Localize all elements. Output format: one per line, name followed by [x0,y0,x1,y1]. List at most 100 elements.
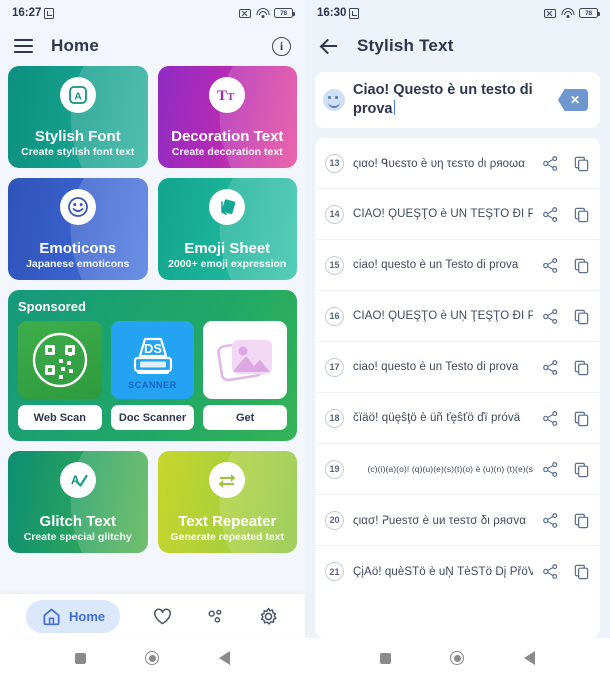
row-text: ČĬÄÖ! ǪÛĒŞŢŌ è ÚŃ ŤĔŞŤŌ ĐĪ PŘÖVÄ [353,208,533,220]
svg-text:T: T [217,88,227,104]
card-subtitle: Generate repeated text [170,531,285,544]
wifi-icon [256,8,269,18]
app-bar-left: Home [0,26,305,66]
share-icon[interactable] [542,359,559,376]
card-subtitle: Create decoration text [171,146,283,159]
sponsored-item-web-scan: Web Scan [18,321,102,430]
status-right-group: 78 [544,8,600,18]
card-title: Stylish Font [34,127,121,145]
results-list[interactable]: 13 ςιαο! ᑫυєsτο è υη τєsτο ძι ρяοωα 14 Č… [315,138,600,638]
row-number: 19 [325,459,344,479]
list-item[interactable]: 21 ÇįAö! quèŠŤö è uŅ ŤèŠŤö Ďį PřöVĄ [315,546,600,597]
sponsored-item-doc-scanner: DS SCANNER Doc Scanner [110,321,195,430]
nav-item-home[interactable]: Home [25,599,121,633]
triangle-back-icon[interactable] [524,651,536,665]
status-bar-right: 16:30 78 [305,0,610,26]
status-left-group: 16:27 [12,7,55,19]
list-item[interactable]: 19 (c)(i)(a)(o)! (q)(u)(e)(s)(t)(o) è (u… [315,444,600,495]
circle-home-icon[interactable] [145,651,160,665]
row-text: (c)(i)(a)(o)! (q)(u)(e)(s)(t)(o) è (u)(n… [367,464,533,474]
row-actions [542,512,590,529]
copy-icon[interactable] [573,308,590,325]
list-item[interactable]: 18 čïäö! qüęŝţö è üñ ťęŝťö ďï próvä [315,393,600,444]
android-nav-bar-left [0,638,305,678]
share-icon[interactable] [542,512,559,529]
copy-icon[interactable] [573,257,590,274]
gear-icon[interactable] [258,606,279,627]
square-recents-icon[interactable] [74,652,86,664]
share-icon[interactable] [542,563,559,580]
card-decoration-text[interactable]: T T Decoration Text Create decoration te… [157,66,297,168]
card-glitch-text[interactable]: A Glitch Text Create special glitchy [8,451,148,553]
card-title: Decoration Text [171,127,284,145]
no-sim-icon [544,8,556,18]
row-number: 17 [325,357,344,377]
row-text: ciao! questo è un Testo di prova [353,361,519,373]
page-title: Stylish Text [357,36,454,55]
scanner-caption: SCANNER [128,380,177,390]
backspace-icon[interactable]: ✕ [558,89,588,111]
share-icon[interactable] [542,155,559,172]
copy-icon[interactable] [573,461,590,478]
search-input[interactable]: Ciao! Questo è un testo di prova [353,82,550,118]
home-scroll-content[interactable]: A Stylish Font Create stylish font text … [0,66,305,594]
share-icon[interactable] [542,410,559,427]
list-item[interactable]: 13 ςιαο! ᑫυєsτο è υη τєsτο ძι ρяοωα [315,138,600,189]
share-icon[interactable] [542,257,559,274]
photo-icon[interactable] [203,321,288,399]
circle-home-icon[interactable] [450,651,465,665]
share-icon[interactable] [542,308,559,325]
row-actions [542,257,590,274]
scanner-icon[interactable]: DS SCANNER [110,321,195,399]
share-icon[interactable] [542,206,559,223]
info-icon[interactable] [272,36,291,56]
copy-icon[interactable] [573,155,590,172]
share-nodes-icon[interactable] [205,606,226,627]
sponsored-section: Sponsored Web Scan DS SCANNER Doc Scanne… [8,290,297,441]
copy-icon[interactable] [573,206,590,223]
back-arrow-icon[interactable] [319,36,339,56]
row-actions [542,359,590,376]
card-subtitle: 2000+ emoji expression [168,258,287,271]
copy-icon[interactable] [573,512,590,529]
hamburger-icon[interactable] [14,39,33,53]
row-actions [542,563,590,580]
row-text: ciao! questo è un Testo di prova [353,259,519,271]
square-recents-icon[interactable] [379,652,391,664]
list-item[interactable]: 15 ciao! questo è un Testo di prova [315,240,600,291]
heart-icon[interactable] [152,606,173,627]
emoji-icon[interactable] [323,89,345,111]
svg-text:DS: DS [143,341,161,356]
card-title: Glitch Text [39,512,116,530]
nav-item-home-label: Home [68,608,106,624]
copy-icon[interactable] [573,410,590,427]
wifi-icon [561,8,574,18]
list-item[interactable]: 16 ČĬÄÖ! ǪÛĒŞŢŌ è ÛŅ ŢĔŞŢŌ ĐĪ PŘŎVÄ [315,291,600,342]
list-item[interactable]: 17 ciao! questo è un Testo di prova [315,342,600,393]
battery-icon: 78 [274,8,295,18]
triangle-back-icon[interactable] [219,651,231,665]
copy-icon[interactable] [573,359,590,376]
sponsored-item-get: Get [203,321,288,430]
app-bar-right: Stylish Text [305,26,610,66]
letter-a-icon: A [59,77,96,113]
feature-card-row-3: A Glitch Text Create special glitchy Tex… [8,451,297,553]
row-text: ČĬÄÖ! ǪÛĒŞŢŌ è ÛŅ ŢĔŞŢŌ ĐĪ PŘŎVÄ [353,310,533,322]
copy-icon[interactable] [573,563,590,580]
sponsored-button[interactable]: Get [203,405,288,430]
row-text: ςιασ! ᕈuesτσ è uи τesτσ δι ρяσvα [353,515,526,527]
status-left-group: 16:30 [317,7,360,19]
list-item[interactable]: 14 ČĬÄÖ! ǪÛĒŞŢŌ è ÚŃ ŤĔŞŤŌ ĐĪ PŘÖVÄ [315,189,600,240]
card-emoji-sheet[interactable]: Emoji Sheet 2000+ emoji expression [157,178,297,280]
text-input-card[interactable]: Ciao! Questo è un testo di prova ✕ [315,72,600,128]
sponsored-button[interactable]: Web Scan [18,405,102,430]
alarm-icon [44,7,55,19]
card-stylish-font[interactable]: A Stylish Font Create stylish font text [8,66,148,168]
share-icon[interactable] [542,461,559,478]
list-item[interactable]: 20 ςιασ! ᕈuesτσ è uи τesτσ δι ρяσvα [315,495,600,546]
sponsored-button[interactable]: Doc Scanner [110,405,195,430]
row-actions [542,308,590,325]
qr-code-icon[interactable] [18,321,102,399]
card-emoticons[interactable]: Emoticons Japanese emoticons [8,178,148,280]
card-text-repeater[interactable]: Text Repeater Generate repeated text [157,451,297,553]
